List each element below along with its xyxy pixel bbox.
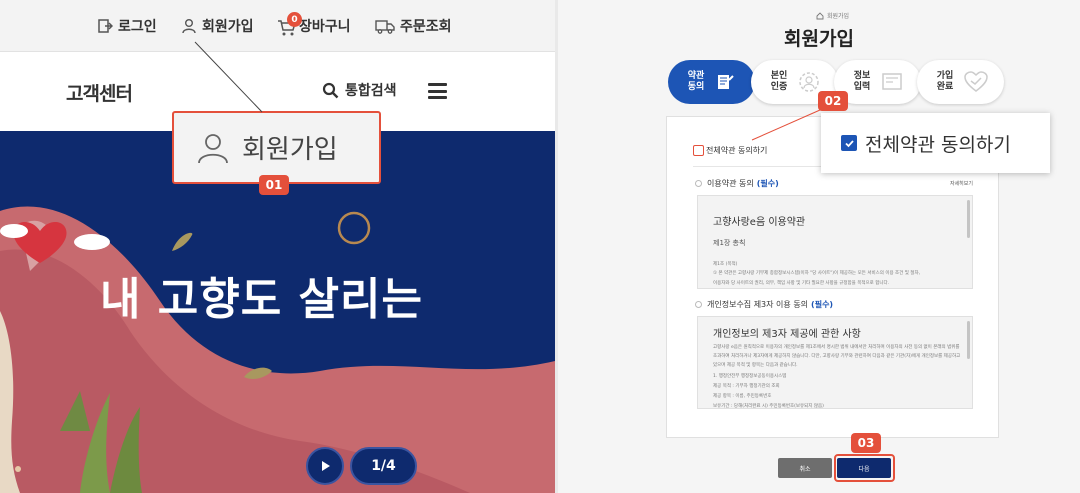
hamburger-menu-icon[interactable]: [428, 83, 447, 99]
step-badge-01: 01: [259, 175, 289, 195]
document-pen-icon: [718, 75, 734, 89]
signup-callout-label: 회원가입: [242, 135, 338, 165]
privacy-line: 1. 행정안전부 행정정보공동이용시스템: [713, 374, 787, 379]
orders-label: 주문조회: [400, 19, 452, 35]
terms-line: ① 본 약관은 고향사랑 기부제 종합정보시스템(이하 "당 사이트")이 제공…: [713, 271, 921, 276]
right-panel: 회원가입 회원가입 약관 동의 본인 인증 정보 입력 가입 완료 전체약관 동…: [558, 0, 1080, 493]
agree-all-checkbox[interactable]: 전체약관 동의하기: [693, 145, 767, 156]
privacy-section-header: 개인정보수집 제3자 이용 동의 (필수): [695, 299, 973, 310]
signup-callout: 회원가입: [172, 111, 381, 184]
banner-headline: 내 고향도 살리는: [100, 274, 423, 325]
agree-all-callout-label: 전체약관 동의하기: [865, 133, 1011, 156]
terms-article: 제1조 (목적): [713, 262, 738, 267]
cancel-button[interactable]: 취소: [778, 458, 832, 478]
cart-icon-wrap: 0: [277, 12, 302, 36]
search-label: 통합검색: [345, 83, 397, 99]
search-icon: [322, 82, 339, 98]
slide-play-button[interactable]: [306, 447, 344, 485]
step-label: 가입 완료: [936, 71, 954, 92]
step-terms-agree: 약관 동의: [668, 60, 755, 104]
orders-link[interactable]: 주문조회: [375, 14, 452, 38]
terms-section-header: 이용약관 동의 (필수) 자세히보기: [695, 178, 973, 189]
privacy-line: 제공 목적 : 기부자 행정기관의 조회: [713, 384, 780, 389]
privacy-line: 있으며 제공 목적 및 항목는 다음과 같습니다.: [713, 363, 798, 368]
privacy-line: 고향사랑 e음은 원칙적으로 이용자의 개인정보를 제1조에서 명시한 범위 내…: [713, 345, 960, 350]
required-tag: (필수): [811, 300, 834, 309]
scrollbar-thumb[interactable]: [967, 200, 970, 238]
breadcrumb-current: 회원가입: [827, 13, 850, 20]
search-button[interactable]: 통합검색: [322, 80, 397, 100]
site-logo[interactable]: 고객센터: [66, 79, 133, 106]
heart-check-icon: [964, 71, 988, 92]
privacy-line: 제공 항목 : 이름, 주민등록번호: [713, 394, 772, 399]
left-panel: 로그인 회원가입 0 장바구니 주문조회 고객센터 통합검색 내 고향도 살리는…: [0, 0, 555, 493]
checkbox-icon: [693, 145, 704, 156]
required-tag: (필수): [756, 179, 779, 188]
step-label: 정보 입력: [853, 71, 871, 92]
login-link[interactable]: 로그인: [97, 14, 157, 38]
top-utility-bar: 로그인 회원가입 0 장바구니 주문조회: [0, 0, 555, 52]
user-icon: [182, 19, 196, 34]
step-badge-02: 02: [818, 91, 848, 111]
terms-more-link[interactable]: 자세히보기: [950, 180, 973, 187]
terms-doc-title: 고향사랑e음 이용약관: [713, 217, 806, 228]
checkbox-checked-icon: [841, 135, 857, 151]
cart-count-badge: 0: [287, 12, 302, 27]
slide-pager: 1/4: [350, 447, 417, 485]
page-title: 회원가입: [784, 28, 854, 50]
step-label: 본인 인증: [770, 71, 788, 92]
terms-checkbox[interactable]: [695, 180, 702, 187]
cart-link[interactable]: 0 장바구니: [277, 12, 351, 38]
cart-label: 장바구니: [299, 19, 351, 35]
user-check-icon: [799, 72, 819, 92]
terms-label: 이용약관 동의: [707, 179, 754, 188]
step-badge-03: 03: [851, 433, 881, 453]
terms-chapter: 제1장 총칙: [713, 239, 746, 247]
home-icon: [816, 11, 824, 19]
privacy-line: 초과하여 처리하거나 제3자에게 제공하지 않습니다. 다만, 고향사랑 기부와…: [713, 354, 961, 359]
privacy-label: 개인정보수집 제3자 이용 동의: [707, 300, 809, 309]
login-label: 로그인: [118, 19, 157, 35]
terms-line: 이용자와 당 사이트의 권리, 의무, 책임 사항 및 기타 필요한 사항을 규…: [713, 281, 890, 286]
privacy-checkbox[interactable]: [695, 301, 702, 308]
signup-label: 회원가입: [202, 19, 254, 35]
agree-all-label: 전체약관 동의하기: [706, 146, 768, 155]
scrollbar-thumb[interactable]: [967, 321, 970, 359]
step-signup-complete: 가입 완료: [917, 60, 1004, 104]
privacy-line: 보유기간 : 당해(처리완료 시) 주민등록번호(보유되지 않음): [713, 404, 824, 409]
truck-icon: [375, 20, 395, 34]
agree-all-callout: 전체약관 동의하기: [821, 113, 1050, 173]
login-icon: [98, 19, 113, 33]
privacy-doc-title: 개인정보의 제3자 제공에 관한 사항: [713, 329, 861, 340]
play-icon: [322, 461, 330, 471]
privacy-scroll-box[interactable]: 개인정보의 제3자 제공에 관한 사항 고향사랑 e음은 원칙적으로 이용자의 …: [697, 316, 973, 409]
signup-link[interactable]: 회원가입: [181, 14, 254, 38]
breadcrumb: 회원가입: [816, 11, 849, 20]
form-icon: [882, 73, 902, 90]
user-icon: [198, 133, 228, 163]
step-label: 약관 동의: [687, 71, 705, 92]
terms-scroll-box[interactable]: 고향사랑e음 이용약관 제1장 총칙 제1조 (목적) ① 본 약관은 고향사랑…: [697, 195, 973, 289]
next-button-highlight: [834, 454, 895, 482]
